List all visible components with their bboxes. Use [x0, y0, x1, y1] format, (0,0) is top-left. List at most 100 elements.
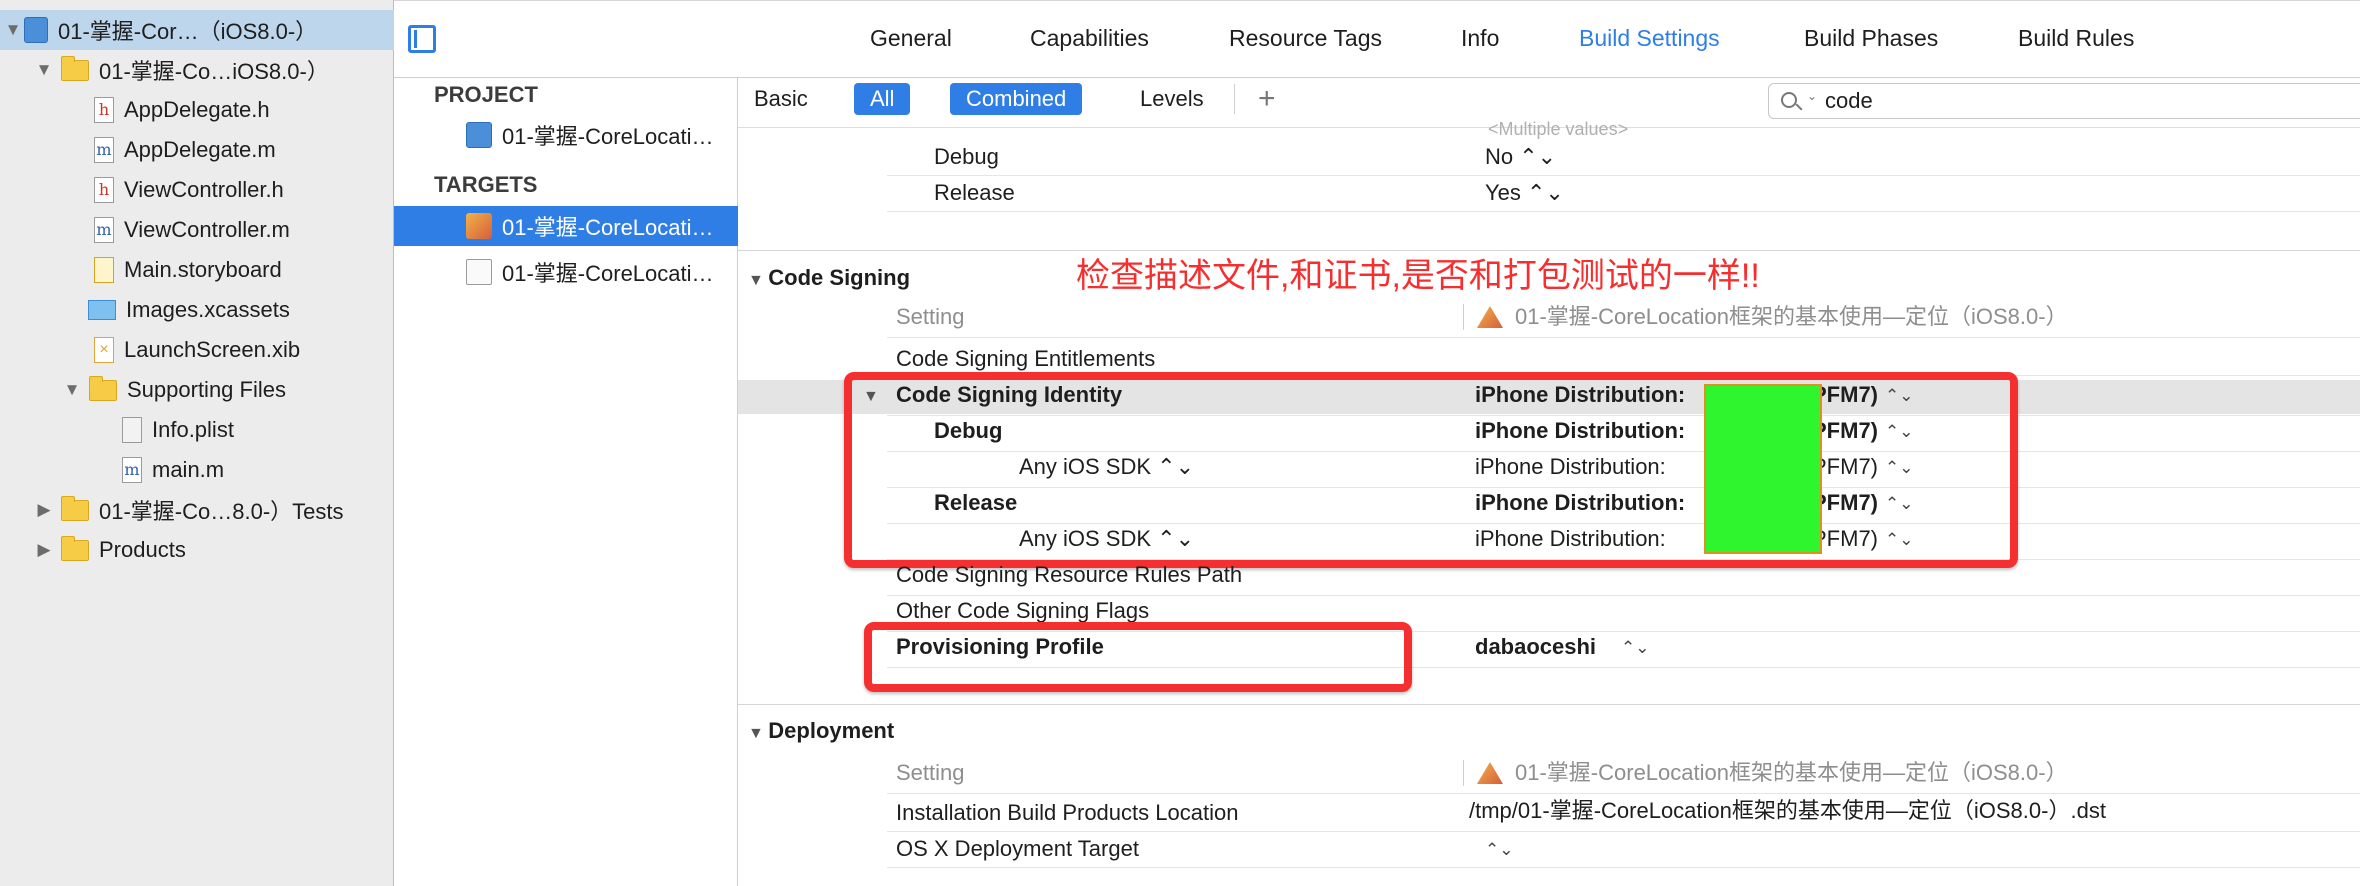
nav-item-file[interactable]: Images.xcassets — [0, 290, 394, 330]
setting-value[interactable]: /tmp/01-掌握-CoreLocation框架的基本使用—定位（iOS8.0… — [1469, 796, 2106, 826]
setting-row[interactable]: Release Yes ⌃⌄ — [887, 176, 2360, 212]
section-code-signing[interactable]: ▼ Code Signing — [748, 263, 910, 296]
tab-info[interactable]: Info — [1461, 25, 1499, 52]
project-navigator: ▼ 01-掌握-Cor…（iOS8.0-） ▼ 01-掌握-Co…iOS8.0-… — [0, 0, 394, 886]
setting-label: Release — [934, 180, 1015, 205]
setting-label: Code Signing Entitlements — [896, 346, 1156, 371]
search-field[interactable]: ⌄ code — [1768, 83, 2360, 119]
nav-item-label: 01-掌握-Co…iOS8.0-） — [99, 59, 329, 84]
disclosure-triangle[interactable]: ▼ — [61, 380, 83, 400]
nav-item-label: 01-掌握-Co…8.0-）Tests — [99, 499, 344, 524]
annotation-text: 检查描述文件,和证书,是否和打包测试的一样!! — [1076, 257, 1760, 295]
disclosure-triangle[interactable]: ▼ — [33, 60, 55, 80]
xcode-window: ▼ 01-掌握-Cor…（iOS8.0-） ▼ 01-掌握-Co…iOS8.0-… — [0, 0, 2360, 886]
asset-catalog-icon — [88, 300, 116, 320]
setting-row[interactable]: Installation Build Products Location /tm… — [887, 796, 2360, 832]
setting-header-row: Setting 01-掌握-CoreLocation框架的基本使用—定位（iOS… — [887, 298, 2360, 338]
chevron-down-icon: ⌄ — [1807, 89, 1818, 103]
disclosure-triangle[interactable]: ▼ — [2, 20, 24, 40]
implementation-file-icon: m — [94, 217, 114, 243]
add-setting-button[interactable]: + — [1242, 83, 1292, 115]
stepper-icon[interactable]: ⌃⌄ — [1621, 638, 1650, 658]
filter-all-button[interactable]: All — [854, 83, 911, 115]
sidebar-toggle-icon[interactable] — [408, 25, 436, 53]
divider — [1463, 304, 1464, 330]
implementation-file-icon: m — [94, 137, 114, 163]
target-column-header: 01-掌握-CoreLocation框架的基本使用—定位（iOS8.0-） — [1515, 304, 2068, 329]
section-deployment[interactable]: ▼ Deployment — [748, 716, 894, 749]
nav-item-label: AppDelegate.m — [124, 137, 276, 162]
nav-item-label: Info.plist — [152, 417, 234, 442]
target-item-label: 01-掌握-CoreLocati… — [502, 261, 714, 286]
setting-row[interactable]: Debug No ⌃⌄ — [887, 140, 2360, 176]
nav-item-file[interactable]: m ViewController.m — [0, 210, 394, 250]
tab-build-settings[interactable]: Build Settings — [1579, 25, 1720, 52]
nav-item-project[interactable]: ▼ 01-掌握-Cor…（iOS8.0-） — [0, 10, 394, 50]
nav-item-file[interactable]: h AppDelegate.h — [0, 90, 394, 130]
nav-item-group[interactable]: ▶ 01-掌握-Co…8.0-）Tests — [0, 490, 394, 530]
nav-item-label: ViewController.h — [124, 177, 284, 202]
filter-combined-button[interactable]: Combined — [950, 83, 1083, 115]
app-target-icon — [466, 213, 492, 239]
search-input[interactable]: code — [1825, 86, 1873, 116]
setting-row[interactable]: OS X Deployment Target ⌃⌄ — [887, 832, 2360, 868]
section-divider — [738, 704, 2360, 705]
nav-item-file[interactable]: Main.storyboard — [0, 250, 394, 290]
targets-section-header: TARGETS — [434, 172, 538, 197]
tab-build-rules[interactable]: Build Rules — [2018, 25, 2134, 52]
tab-general[interactable]: General — [870, 25, 952, 52]
tab-resource-tags[interactable]: Resource Tags — [1229, 25, 1382, 52]
nav-item-file[interactable]: × LaunchScreen.xib — [0, 330, 394, 370]
nav-item-label: main.m — [152, 457, 225, 482]
setting-value[interactable]: dabaoceshi — [1475, 632, 1596, 662]
target-item-app[interactable]: 01-掌握-CoreLocati… — [394, 206, 738, 246]
project-item[interactable]: 01-掌握-CoreLocati… — [394, 115, 738, 155]
nav-item-file[interactable]: m main.m — [0, 450, 394, 490]
nav-item-file[interactable]: m AppDelegate.m — [0, 130, 394, 170]
setting-label: Code Signing Resource Rules Path — [896, 562, 1243, 587]
search-icon-handle — [1795, 103, 1803, 111]
filter-basic-button[interactable]: Basic — [738, 83, 824, 115]
setting-label: OS X Deployment Target — [896, 836, 1139, 861]
tab-capabilities[interactable]: Capabilities — [1030, 25, 1149, 52]
project-section-header: PROJECT — [434, 82, 538, 107]
target-column-header: 01-掌握-CoreLocation框架的基本使用—定位（iOS8.0-） — [1515, 760, 2068, 785]
disclosure-triangle[interactable]: ▶ — [33, 500, 55, 520]
header-file-icon: h — [94, 97, 114, 123]
xcode-project-icon — [24, 17, 48, 43]
nav-item-group[interactable]: ▶ Products — [0, 530, 394, 570]
target-item-label: 01-掌握-CoreLocati… — [502, 215, 714, 240]
project-item-label: 01-掌握-CoreLocati… — [502, 124, 714, 149]
disclosure-triangle[interactable]: ▼ — [748, 725, 768, 742]
filter-levels-button[interactable]: Levels — [1124, 83, 1220, 115]
stepper-icon[interactable]: ⌃⌄ — [1485, 840, 1514, 860]
setting-value[interactable]: No ⌃⌄ — [1485, 142, 1556, 172]
editor-tab-bar: General Capabilities Resource Tags Info … — [394, 0, 2360, 78]
tab-build-phases[interactable]: Build Phases — [1804, 25, 1938, 52]
nav-item-label: LaunchScreen.xib — [124, 337, 301, 362]
nav-item-label: Images.xcassets — [126, 297, 290, 322]
folder-icon — [89, 375, 117, 401]
folder-icon — [61, 535, 89, 561]
nav-item-file[interactable]: h ViewController.h — [0, 170, 394, 210]
disclosure-triangle[interactable]: ▶ — [33, 540, 55, 560]
nav-item-group[interactable]: ▼ Supporting Files — [0, 370, 394, 410]
folder-icon — [61, 495, 89, 521]
setting-row[interactable]: Code Signing Entitlements — [887, 340, 2360, 376]
target-item-tests[interactable]: 01-掌握-CoreLocati… — [394, 252, 738, 292]
nav-item-file[interactable]: Info.plist — [0, 410, 394, 450]
storyboard-icon — [94, 257, 114, 283]
nav-item-label: Supporting Files — [127, 377, 286, 402]
nav-item-label: ViewController.m — [124, 217, 290, 242]
header-file-icon: h — [94, 177, 114, 203]
disclosure-triangle[interactable]: ▼ — [748, 272, 768, 289]
nav-item-group[interactable]: ▼ 01-掌握-Co…iOS8.0-） — [0, 50, 394, 90]
section-title: Code Signing — [768, 265, 911, 290]
nav-item-label: AppDelegate.h — [124, 97, 270, 122]
xcode-project-icon — [466, 122, 492, 148]
divider — [1234, 84, 1235, 114]
highlight-box-identity — [844, 372, 2018, 568]
setting-value[interactable]: Yes ⌃⌄ — [1485, 178, 1564, 208]
section-title: Deployment — [768, 718, 895, 743]
setting-row[interactable]: Code Signing Resource Rules Path — [887, 560, 2360, 596]
